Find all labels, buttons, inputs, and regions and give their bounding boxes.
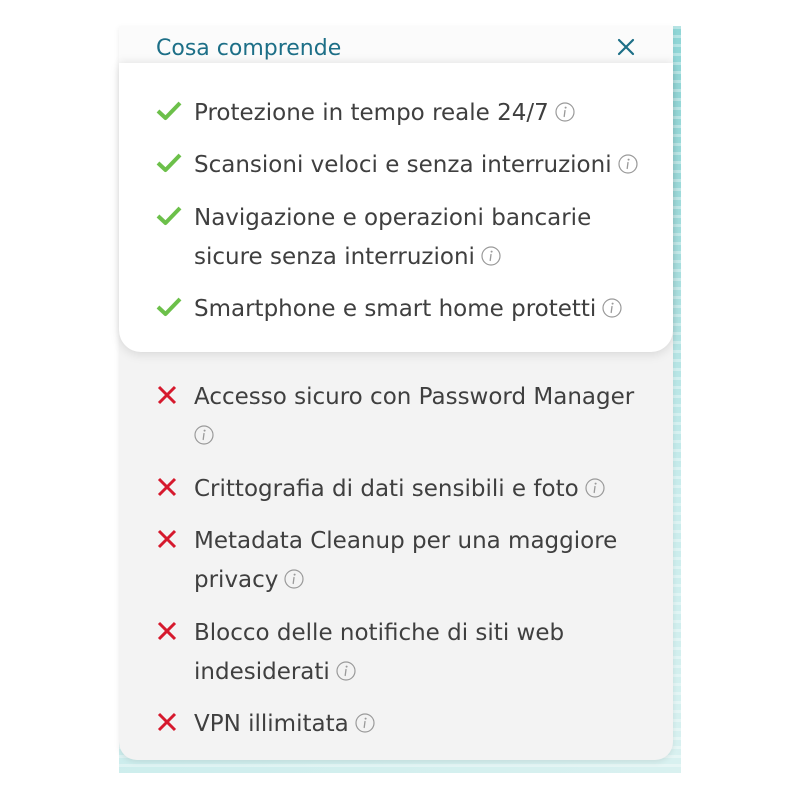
cross-icon [157, 477, 177, 497]
info-icon[interactable] [585, 477, 605, 498]
feature-label: Accesso sicuro con Password Manager [194, 384, 635, 410]
check-icon [156, 297, 182, 316]
info-icon[interactable] [481, 245, 501, 266]
info-icon[interactable] [194, 424, 214, 445]
feature-label: VPN illimitata [194, 711, 349, 737]
cross-icon [157, 712, 177, 732]
cross-icon [157, 621, 177, 641]
excluded-feature-item: Crittografia di dati sensibili e foto [156, 476, 654, 509]
feature-label: Scansioni veloci e senza interruzioni [194, 152, 612, 178]
info-icon[interactable] [336, 660, 356, 681]
included-feature-item: Protezione in tempo reale 24/7 [156, 100, 654, 133]
included-feature-item: Navigazione e operazioni bancarie sicure… [156, 205, 614, 277]
info-icon[interactable] [284, 568, 305, 589]
feature-label: Crittografia di dati sensibili e foto [194, 476, 579, 502]
check-icon [156, 101, 182, 120]
info-icon[interactable] [602, 297, 622, 318]
info-icon[interactable] [617, 153, 638, 174]
check-icon [156, 153, 182, 172]
close-icon [617, 38, 635, 56]
feature-label: Protezione in tempo reale 24/7 [194, 100, 549, 126]
info-icon[interactable] [555, 101, 575, 122]
excluded-feature-item: Accesso sicuro con Password Manager [156, 384, 644, 456]
features-panel: Cosa comprende Protezione in tempo reale… [119, 26, 673, 760]
excluded-feature-item: Metadata Cleanup per una maggiore privac… [156, 528, 634, 600]
info-icon[interactable] [355, 712, 375, 733]
feature-label: Blocco delle notifiche di siti web indes… [194, 620, 565, 685]
panel-title: Cosa comprende [156, 36, 342, 61]
close-button[interactable] [614, 35, 638, 59]
excluded-feature-item: VPN illimitata [156, 711, 654, 744]
included-feature-item: Smartphone e smart home protetti [156, 296, 654, 329]
feature-label: Navigazione e operazioni bancarie sicure… [194, 205, 592, 270]
feature-label: Smartphone e smart home protetti [194, 296, 597, 322]
feature-label: Metadata Cleanup per una maggiore privac… [194, 528, 618, 593]
excluded-feature-item: Blocco delle notifiche di siti web indes… [156, 620, 594, 692]
included-feature-item: Scansioni veloci e senza interruzioni [156, 152, 654, 185]
check-icon [156, 206, 182, 225]
cross-icon [157, 529, 177, 549]
included-features-card: Protezione in tempo reale 24/7 Scansioni… [119, 63, 673, 352]
cross-icon [157, 385, 177, 405]
